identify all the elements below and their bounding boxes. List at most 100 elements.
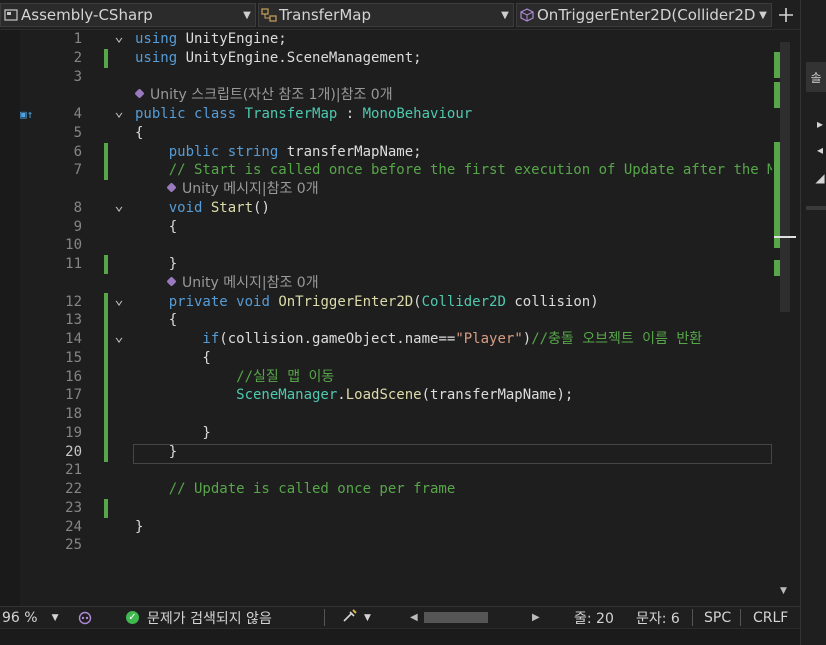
- code-line: 6 public string transferMapName;: [0, 142, 776, 162]
- code-token: using: [135, 31, 186, 47]
- code-line: 20 }: [0, 442, 776, 462]
- split-editor-icon[interactable]: [774, 3, 798, 27]
- code-token: {: [135, 124, 144, 141]
- codelens-link[interactable]: Unity 메시지|참조 0개: [166, 180, 319, 199]
- scroll-left-icon[interactable]: ◀: [410, 607, 418, 628]
- code-text[interactable]: if(collision.gameObject.name=="Player")/…: [135, 330, 702, 349]
- code-token: ;: [413, 143, 422, 160]
- code-token: string: [227, 143, 287, 160]
- class-dropdown[interactable]: TransferMap ▼: [258, 3, 514, 27]
- code-text[interactable]: void Start(): [135, 199, 270, 218]
- codelens-link[interactable]: Unity 스크립트(자산 참조 1개)|참조 0개: [134, 86, 393, 105]
- code-token: :: [337, 106, 363, 122]
- code-text[interactable]: }: [135, 424, 210, 443]
- code-token: {: [135, 349, 211, 366]
- code-text[interactable]: public class TransferMap : MonoBehaviour: [135, 105, 472, 124]
- copilot-icon[interactable]: [78, 607, 92, 628]
- unity-icon: [134, 88, 145, 99]
- line-number: 6: [73, 143, 82, 160]
- codelens-link[interactable]: Unity 메시지|참조 0개: [166, 274, 319, 293]
- line-ending-indicator[interactable]: CRLF: [753, 607, 788, 628]
- change-marker: [104, 255, 108, 274]
- line-number: 3: [73, 68, 82, 85]
- code-text[interactable]: //실질 맵 이동: [135, 368, 334, 387]
- code-text[interactable]: private void OnTriggerEnter2D(Collider2D…: [135, 293, 599, 312]
- code-text[interactable]: SceneManager.LoadScene(transferMapName);: [135, 386, 573, 405]
- change-marker: [104, 292, 108, 312]
- code-token: void: [135, 199, 211, 216]
- chevron-down-icon: ▼: [759, 9, 767, 21]
- fold-chevron-icon[interactable]: ⌄: [112, 104, 126, 119]
- code-text[interactable]: }: [135, 255, 177, 274]
- code-text[interactable]: }: [135, 518, 143, 537]
- pin-icon[interactable]: ◢: [812, 170, 826, 186]
- code-token: // Update is called once per frame: [135, 481, 456, 497]
- fold-chevron-icon[interactable]: ⌄: [112, 329, 126, 344]
- member-dropdown[interactable]: OnTriggerEnter2D(Collider2D c ▼: [516, 3, 772, 27]
- horizontal-scrollbar-thumb[interactable]: [424, 612, 488, 623]
- solution-explorer-tab[interactable]: 솔: [806, 62, 826, 92]
- code-token: UnityEngine: [185, 31, 279, 47]
- code-text[interactable]: {: [135, 218, 177, 237]
- chevron-down-icon: ▼: [51, 612, 59, 623]
- separator: [740, 609, 741, 626]
- code-line: 16 //실질 맵 이동: [0, 367, 776, 387]
- class-label: TransferMap: [279, 6, 371, 24]
- code-text[interactable]: // Update is called once per frame: [135, 480, 456, 499]
- issues-indicator[interactable]: ✓ 문제가 검색되지 않음: [126, 607, 272, 628]
- line-number: 9: [73, 218, 82, 235]
- method-icon: [517, 8, 537, 22]
- zoom-dropdown[interactable]: 96 % ▼: [2, 607, 72, 628]
- code-token: class: [194, 106, 245, 122]
- code-token: (): [253, 199, 270, 216]
- code-text[interactable]: {: [135, 311, 177, 330]
- code-token: transferMapName: [286, 143, 414, 160]
- code-text[interactable]: public string transferMapName;: [135, 143, 422, 162]
- scroll-down-icon[interactable]: ▼: [780, 586, 787, 596]
- line-number: 15: [65, 349, 82, 366]
- whitespace-indicator[interactable]: SPC: [704, 607, 731, 628]
- code-line: 18: [0, 405, 776, 424]
- code-text[interactable]: {: [135, 124, 143, 143]
- collapse-icon[interactable]: ◂: [812, 142, 826, 158]
- code-line: 14 ⌄ if(collision.gameObject.name=="Playe…: [0, 329, 776, 349]
- code-text[interactable]: {: [135, 349, 211, 368]
- line-number: 7: [73, 162, 82, 179]
- change-marker: [104, 161, 108, 181]
- code-line: 2 using UnityEngine.SceneManagement;: [0, 48, 776, 68]
- code-text[interactable]: // Start is called once before the first…: [135, 161, 796, 180]
- vertical-scrollbar[interactable]: ▼: [772, 30, 796, 606]
- project-label: Assembly-CSharp: [21, 6, 153, 24]
- scroll-right-icon[interactable]: ▶: [532, 607, 540, 628]
- scrollbar-thumb[interactable]: [780, 42, 790, 312]
- char-indicator[interactable]: 문자: 6: [636, 607, 680, 628]
- code-line: 8 ⌄ void Start(): [0, 197, 776, 218]
- fold-chevron-icon[interactable]: ⌄: [112, 197, 126, 212]
- code-token: LoadScene: [345, 387, 422, 404]
- right-strip-divider: [806, 206, 826, 210]
- code-cleanup-button[interactable]: ▼: [342, 607, 371, 628]
- line-number: 10: [65, 237, 82, 254]
- code-line: 22 // Update is called once per frame: [0, 480, 776, 499]
- code-line: 11 }: [0, 255, 776, 274]
- line-number: 16: [65, 368, 82, 385]
- code-token: Collider2D: [421, 293, 506, 310]
- code-token: SceneManager: [135, 387, 338, 404]
- code-text[interactable]: using UnityEngine;: [135, 30, 287, 49]
- line-indicator[interactable]: 줄: 20: [574, 607, 614, 628]
- code-token: //실질 맵 이동: [135, 368, 335, 385]
- unity-icon: [166, 182, 177, 193]
- code-text[interactable]: using UnityEngine.SceneManagement;: [135, 49, 422, 68]
- code-text[interactable]: }: [135, 443, 177, 462]
- scroll-up-small-icon[interactable]: ▸: [812, 116, 826, 132]
- class-icon: [259, 8, 279, 22]
- project-dropdown[interactable]: Assembly-CSharp ▼: [0, 3, 256, 27]
- code-token: }: [135, 256, 178, 272]
- code-line: 19 }: [0, 423, 776, 443]
- code-editor[interactable]: ▣↑ 1 ⌄ using UnityEngine; 2 using UnityEngin…: [0, 30, 796, 606]
- fold-chevron-icon[interactable]: ⌄: [112, 30, 126, 44]
- change-marker: [774, 142, 780, 248]
- fold-chevron-icon[interactable]: ⌄: [112, 291, 126, 306]
- change-marker: [104, 348, 108, 368]
- change-marker: [104, 423, 108, 443]
